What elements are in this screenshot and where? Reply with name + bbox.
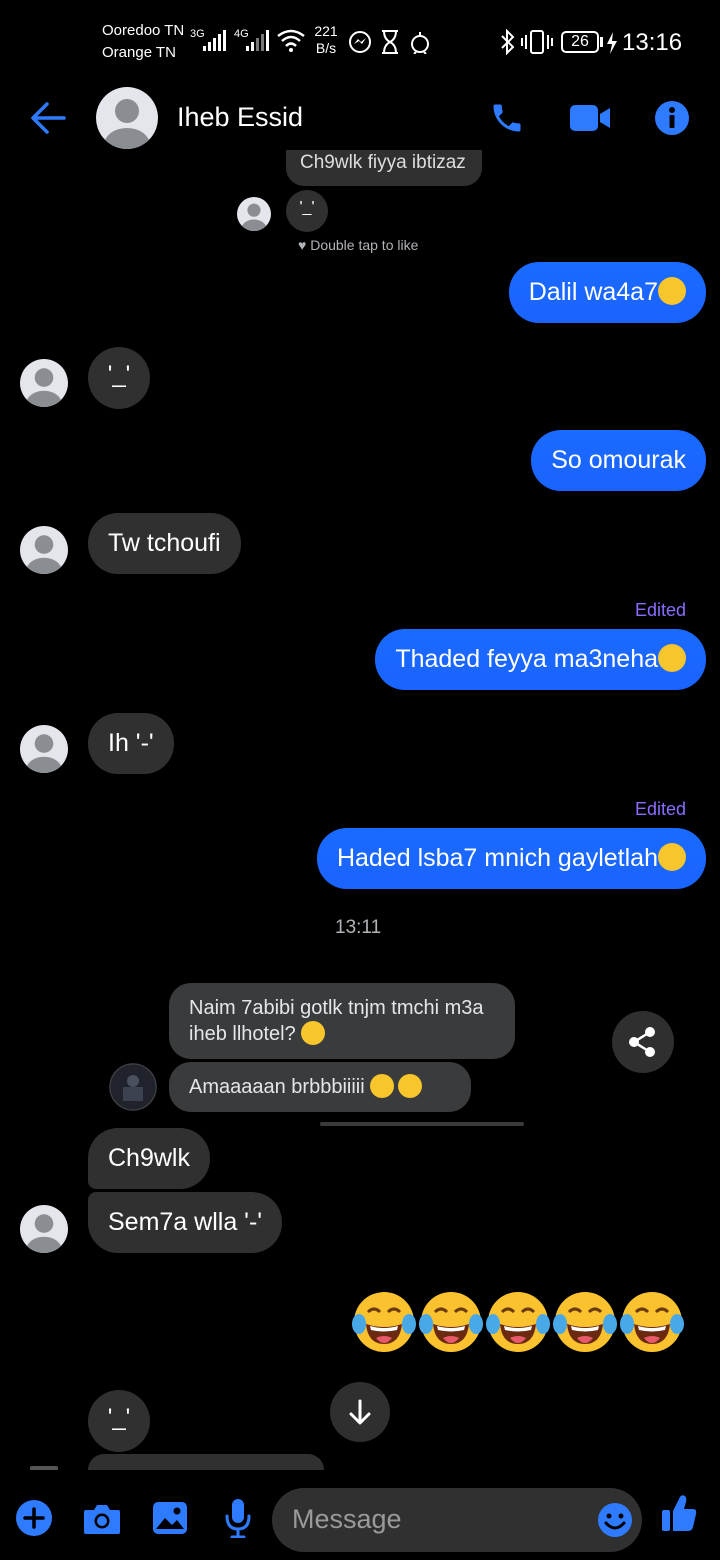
battery-icon: 26: [561, 31, 599, 53]
video-call-icon[interactable]: [569, 103, 611, 133]
tears-of-joy-emoji-icon: [352, 1290, 686, 1354]
emoji-picker-icon[interactable]: [597, 1502, 633, 1538]
partial-message-text: Ch9wlk fiyya ibtizaz: [300, 152, 466, 173]
outgoing-message[interactable]: Thaded feyya ma3neha: [375, 629, 706, 690]
default-avatar-icon: [26, 734, 62, 773]
info-icon[interactable]: [654, 100, 690, 136]
hourglass-icon: [382, 30, 398, 54]
partial-bubble-edge: [320, 1122, 524, 1126]
message-text: Thaded feyya ma3neha: [395, 645, 658, 673]
plus-icon[interactable]: [15, 1499, 53, 1537]
message-placeholder: Message: [292, 1504, 402, 1534]
smile-emoji-icon: [658, 277, 686, 305]
incoming-message[interactable]: Tw tchoufi: [88, 513, 241, 574]
message-text: Naim 7abibi gotlk tnjm tmchi m3a iheb ll…: [189, 997, 484, 1045]
outgoing-message[interactable]: Dalil wa4a7: [508, 262, 706, 323]
signal-icon: [203, 30, 226, 51]
partial-message: [88, 1454, 324, 1470]
sender-avatar: [20, 526, 68, 574]
default-avatar-icon: [104, 99, 150, 149]
wifi-icon: [277, 29, 305, 52]
share-icon: [629, 1027, 655, 1057]
emoji-message[interactable]: [352, 1290, 688, 1354]
net-speed: 221 B/s: [312, 23, 340, 57]
net-speed-unit: B/s: [315, 40, 337, 56]
alarm-icon: [411, 32, 429, 54]
battery-tip: [600, 37, 603, 47]
battery-level: 26: [571, 33, 589, 50]
message-text: Tw tchoufi: [108, 529, 221, 557]
pleading-emoji-icon: [398, 1074, 423, 1098]
message-text: Ch9wlk: [108, 1144, 190, 1172]
gallery-icon[interactable]: [152, 1501, 188, 1535]
thumbs-up-icon[interactable]: [660, 1493, 698, 1533]
camera-icon[interactable]: [82, 1502, 122, 1536]
clock: 13:16: [622, 29, 683, 56]
bluetooth-icon: [501, 29, 515, 55]
default-avatar-icon: [26, 535, 62, 574]
double-tap-text: Double tap to like: [310, 237, 419, 253]
contact-name[interactable]: Iheb Essid: [177, 102, 303, 133]
pleading-emoji-icon: [370, 1074, 395, 1098]
arrow-down-icon: [349, 1399, 371, 1425]
kiss-emoji-icon: [301, 1021, 326, 1045]
outgoing-message[interactable]: Haded lsba7 mnich gayletlah: [316, 828, 706, 889]
phone-call-icon[interactable]: [489, 100, 525, 136]
incoming-message[interactable]: Ih '-': [88, 713, 174, 774]
contact-avatar[interactable]: [96, 87, 158, 149]
partial-message: Ch9wlk fiyya ibtizaz: [286, 150, 482, 186]
heart-icon: ♥: [298, 237, 307, 253]
default-avatar-icon: [26, 1214, 62, 1253]
message-text: Haded lsba7 mnich gayletlah: [336, 844, 658, 872]
message-text: Sem7a wlla '-': [108, 1208, 263, 1236]
double-tap-hint: ♥ Double tap to like: [298, 237, 418, 253]
partial-avatar: [30, 1466, 58, 1470]
smile-emoji-icon: [658, 843, 686, 871]
forwarded-message[interactable]: Naim 7abibi gotlk tnjm tmchi m3a iheb ll…: [169, 983, 515, 1059]
charging-icon: [607, 32, 617, 54]
vibrate-icon: [521, 30, 553, 54]
share-button[interactable]: [612, 1011, 674, 1073]
default-avatar-icon: [241, 203, 267, 231]
profile-photo-icon: [109, 1063, 157, 1111]
sender-avatar: [20, 1205, 68, 1253]
small-message-bubble[interactable]: '_': [286, 190, 328, 232]
sender-avatar: [20, 725, 68, 773]
sender-avatar: [20, 359, 68, 407]
incoming-message[interactable]: '_': [88, 1390, 150, 1452]
message-timestamp: 13:11: [335, 917, 382, 938]
sender-avatar: [237, 197, 271, 231]
messenger-notification-icon: [349, 31, 371, 53]
default-avatar-icon: [26, 368, 62, 407]
incoming-message[interactable]: '_': [88, 347, 150, 409]
net-speed-value: 221: [314, 23, 338, 39]
message-text: So omourak: [551, 446, 686, 474]
message-text: Amaaaaan brbbbiiiii: [189, 1076, 365, 1098]
carrier-2: Orange TN: [102, 44, 176, 61]
carrier-1: Ooredoo TN: [102, 22, 185, 39]
microphone-icon[interactable]: [224, 1498, 252, 1538]
smile-emoji-icon: [658, 644, 686, 672]
outgoing-message[interactable]: So omourak: [531, 430, 706, 491]
message-text: Dalil wa4a7: [528, 278, 658, 306]
incoming-message[interactable]: Ch9wlk: [88, 1128, 210, 1189]
incoming-message[interactable]: Sem7a wlla '-': [88, 1192, 283, 1253]
edited-label: Edited: [634, 799, 686, 819]
forwarded-message[interactable]: Amaaaaan brbbbiiiii: [169, 1062, 471, 1112]
scroll-to-bottom-button[interactable]: [330, 1382, 390, 1442]
signal-icon-2: [246, 30, 269, 51]
edited-label: Edited: [634, 600, 686, 620]
forward-sender-avatar: [109, 1063, 157, 1111]
message-text: Ih '-': [108, 729, 154, 757]
back-arrow-icon[interactable]: [30, 101, 66, 135]
